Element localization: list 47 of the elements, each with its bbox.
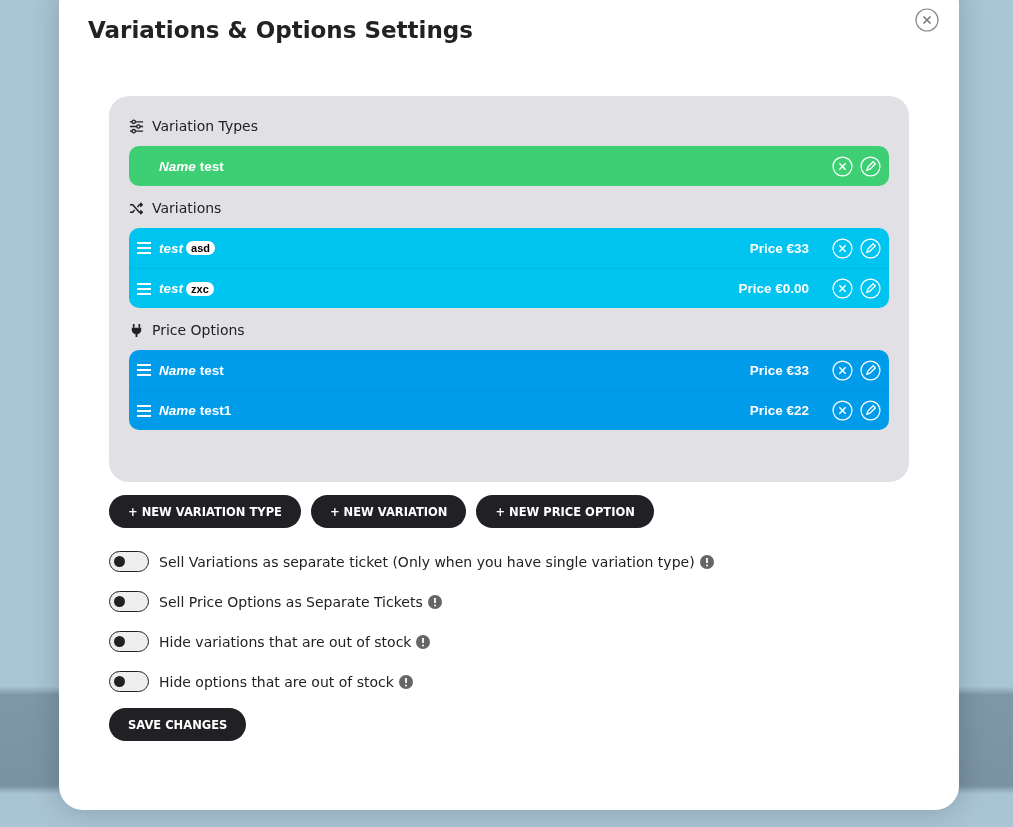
shuffle-icon [129, 200, 144, 216]
save-button[interactable]: SAVE CHANGES [109, 708, 247, 741]
edit-icon[interactable] [860, 400, 881, 421]
variation-name: test [159, 281, 183, 296]
info-icon[interactable] [699, 554, 714, 569]
drag-handle-icon[interactable] [137, 404, 151, 417]
field-label: Name [159, 362, 196, 378]
field-label: Name [159, 158, 196, 174]
dialog-title: Variations & Options Settings [88, 17, 473, 43]
add-button[interactable]: + NEW PRICE OPTION [476, 495, 654, 528]
info-icon[interactable] [416, 634, 431, 649]
toggle-label: Hide variations that are out of stock [159, 633, 412, 650]
drag-handle-icon[interactable] [137, 364, 151, 376]
variation-tag: asd [186, 241, 215, 255]
plug-icon [129, 322, 144, 338]
info-icon[interactable] [427, 594, 442, 609]
price-text: Price €22 [749, 403, 809, 418]
field-value: test1 [199, 403, 232, 418]
toggle-switch[interactable] [109, 591, 149, 612]
add-button[interactable]: + NEW VARIATION [310, 495, 467, 528]
toggle-label: Sell Variations as separate ticket (Only when you have single variation type) [159, 553, 695, 570]
field-value: test [199, 158, 224, 174]
price-text: Price €33 [749, 362, 809, 378]
edit-icon[interactable] [860, 237, 881, 259]
toggle-label: Sell Price Options as Separate Tickets [159, 593, 423, 610]
price-text: Price €33 [749, 240, 809, 256]
variation-tag: zxc [186, 281, 214, 296]
edit-icon[interactable] [860, 278, 881, 299]
drag-handle-icon[interactable] [137, 242, 151, 254]
price-text: Price €0.00 [738, 281, 809, 296]
info-icon[interactable] [398, 674, 413, 689]
toggle-switch[interactable] [109, 671, 149, 692]
edit-icon[interactable] [860, 155, 881, 177]
variation-name: test [159, 240, 183, 256]
close-icon[interactable] [915, 8, 939, 32]
section-heading: Variation Types [152, 118, 258, 134]
field-label: Name [159, 403, 196, 418]
section-heading: Variations [152, 200, 222, 216]
section-heading: Price Options [152, 322, 245, 338]
edit-icon[interactable] [860, 359, 881, 381]
drag-handle-icon[interactable] [137, 282, 151, 295]
toggle-label: Hide options that are out of stock [159, 673, 394, 690]
field-value: test [199, 362, 224, 378]
toggle-switch[interactable] [109, 551, 149, 572]
sliders-icon [129, 118, 144, 134]
toggle-switch[interactable] [109, 631, 149, 652]
add-button[interactable]: + NEW VARIATION TYPE [109, 495, 301, 528]
